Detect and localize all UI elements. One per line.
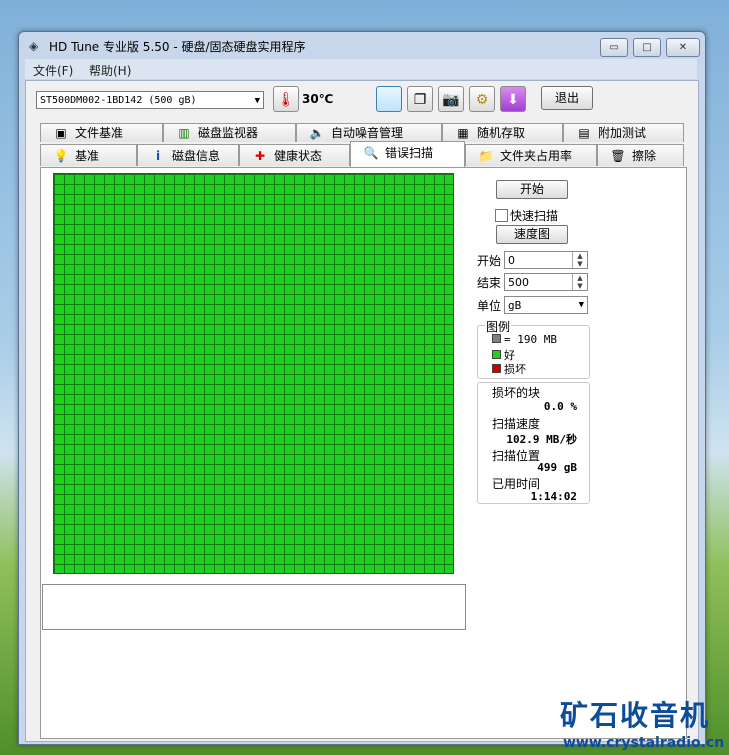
tab-aam[interactable]: 🔈 自动噪音管理 bbox=[296, 123, 442, 142]
temperature-value: 30℃ bbox=[302, 92, 334, 106]
bulb-icon: 💡 bbox=[53, 149, 69, 163]
close-button[interactable]: ✕ bbox=[666, 38, 700, 57]
tab-label: 自动噪音管理 bbox=[331, 126, 404, 140]
tab-folder-usage[interactable]: 📁 文件夹占用率 bbox=[465, 144, 597, 166]
gray-swatch-icon bbox=[492, 334, 501, 343]
unit-select-value: gB bbox=[508, 299, 522, 312]
camera-icon[interactable]: 📷 bbox=[438, 86, 464, 112]
tab-label: 健康状态 bbox=[274, 149, 323, 163]
start-input[interactable]: 0 ▲ ▼ bbox=[504, 251, 588, 269]
start-scan-button[interactable]: 开始 bbox=[496, 180, 568, 199]
tab-label: 文件基准 bbox=[75, 126, 124, 140]
chevron-down-icon: ▼ bbox=[254, 96, 260, 106]
window-title: HD Tune 专业版 5.50 - 硬盘/固态硬盘实用程序 bbox=[49, 40, 306, 54]
spin-up-icon[interactable]: ▲ bbox=[572, 252, 587, 260]
spin-down-icon[interactable]: ▼ bbox=[572, 260, 587, 268]
red-swatch-icon bbox=[492, 364, 501, 373]
legend-bad-row: 损坏 bbox=[492, 361, 526, 377]
scan-stats-group: 损坏的块 0.0 % 扫描速度 102.9 MB/秒 扫描位置 499 gB 已… bbox=[477, 382, 590, 504]
tab-label: 基准 bbox=[75, 149, 100, 163]
tab-extra-tests[interactable]: ▤ 附加测试 bbox=[563, 123, 684, 142]
trash-icon: 🗑 bbox=[610, 149, 626, 163]
scan-log-box bbox=[42, 584, 466, 630]
menu-help[interactable]: 帮助(H) bbox=[89, 62, 131, 79]
hdtune-window: ◈ HD Tune 专业版 5.50 - 硬盘/固态硬盘实用程序 ▭ □ ✕ 文… bbox=[18, 31, 706, 745]
tab-label: 擦除 bbox=[632, 149, 657, 163]
magnifier-icon: 🔍 bbox=[363, 146, 379, 160]
damaged-blocks-label: 损坏的块 bbox=[492, 386, 541, 400]
unit-select[interactable]: gB ▼ bbox=[504, 296, 588, 314]
disk-monitor-icon: ▥ bbox=[178, 126, 190, 140]
client-area: ST500DM002-1BD142 (500 gB) ▼ 🌡 30℃ ❐ 📷 ⚙… bbox=[25, 80, 699, 742]
legend-group: 图例 = 190 MB 好 损坏 bbox=[477, 318, 590, 379]
options-icon[interactable]: ⚙ bbox=[469, 86, 495, 112]
exit-button[interactable]: 退出 bbox=[541, 86, 593, 110]
end-input[interactable]: 500 ▲ ▼ bbox=[504, 273, 588, 291]
title-bar[interactable]: ◈ HD Tune 专业版 5.50 - 硬盘/固态硬盘实用程序 ▭ □ ✕ bbox=[19, 32, 705, 60]
speed-map-button[interactable]: 速度图 bbox=[496, 225, 568, 244]
tab-file-benchmark[interactable]: ▣ 文件基准 bbox=[40, 123, 163, 142]
error-scan-panel: 开始 快速扫描 速度图 开始 0 ▲ ▼ 结束 500 ▲ ▼ 单位 gB ▼ bbox=[40, 167, 687, 739]
tab-random-access[interactable]: ▦ 随机存取 bbox=[442, 123, 563, 142]
scan-position-value: 499 gB bbox=[537, 461, 577, 474]
unit-label: 单位 bbox=[477, 299, 502, 313]
copy-clipboard-icon[interactable]: ❐ bbox=[407, 86, 433, 112]
quick-scan-checkbox[interactable]: 快速扫描 bbox=[495, 207, 558, 224]
folder-icon: 📁 bbox=[478, 149, 494, 163]
tab-label: 磁盘信息 bbox=[172, 149, 221, 163]
scan-block-map bbox=[53, 173, 454, 574]
quick-scan-label: 快速扫描 bbox=[510, 209, 559, 223]
tab-benchmark[interactable]: 💡 基准 bbox=[40, 144, 137, 166]
save-download-icon[interactable]: ⬇ bbox=[500, 86, 526, 112]
maximize-button[interactable]: □ bbox=[633, 38, 661, 57]
watermark-logo: 矿石收音机 bbox=[560, 699, 711, 732]
tab-label: 磁盘监视器 bbox=[198, 126, 259, 140]
minimize-button[interactable]: ▭ bbox=[600, 38, 628, 57]
tab-disk-info[interactable]: i 磁盘信息 bbox=[137, 144, 239, 166]
copy-text-icon[interactable] bbox=[376, 86, 402, 112]
spin-up-icon[interactable]: ▲ bbox=[572, 274, 587, 282]
tab-label: 文件夹占用率 bbox=[500, 149, 573, 163]
start-input-value: 0 bbox=[508, 254, 515, 267]
info-icon: i bbox=[155, 149, 161, 163]
scan-speed-value: 102.9 MB/秒 bbox=[506, 433, 577, 446]
tab-erase[interactable]: 🗑 擦除 bbox=[597, 144, 684, 166]
legend-block-text: = 190 MB bbox=[504, 333, 557, 346]
end-label: 结束 bbox=[477, 276, 502, 290]
tab-health[interactable]: ✚ 健康状态 bbox=[239, 144, 350, 166]
green-swatch-icon bbox=[492, 350, 501, 359]
speaker-icon: 🔈 bbox=[309, 126, 325, 140]
menu-bar: 文件(F) 帮助(H) bbox=[25, 59, 697, 79]
spin-down-icon[interactable]: ▼ bbox=[572, 282, 587, 290]
legend-bad-text: 损坏 bbox=[504, 363, 526, 376]
file-benchmark-icon: ▣ bbox=[55, 126, 67, 140]
extra-tests-icon: ▤ bbox=[578, 126, 590, 140]
tab-label: 附加测试 bbox=[598, 126, 647, 140]
tab-disk-monitor[interactable]: ▥ 磁盘监视器 bbox=[163, 123, 296, 142]
checkbox-box[interactable] bbox=[495, 209, 508, 222]
health-cross-icon: ✚ bbox=[254, 149, 266, 163]
legend-block-row: = 190 MB bbox=[492, 333, 557, 346]
damaged-blocks-value: 0.0 % bbox=[543, 400, 577, 413]
drive-select-value: ST500DM002-1BD142 (500 gB) bbox=[40, 95, 197, 106]
drive-select[interactable]: ST500DM002-1BD142 (500 gB) ▼ bbox=[36, 91, 264, 109]
elapsed-time-value: 1:14:02 bbox=[530, 490, 577, 503]
tab-error-scan[interactable]: 🔍 错误扫描 bbox=[350, 141, 465, 167]
tab-label: 随机存取 bbox=[477, 126, 526, 140]
start-label: 开始 bbox=[477, 254, 502, 268]
scan-speed-label: 扫描速度 bbox=[492, 417, 541, 431]
menu-file[interactable]: 文件(F) bbox=[33, 62, 73, 79]
watermark-url: www.crystalradio.cn bbox=[563, 735, 725, 751]
tab-label: 错误扫描 bbox=[385, 146, 434, 160]
app-icon: ◈ bbox=[29, 39, 39, 53]
thermometer-icon[interactable]: 🌡 bbox=[273, 86, 299, 112]
scan-position-label: 扫描位置 bbox=[492, 449, 541, 463]
end-input-value: 500 bbox=[508, 276, 529, 289]
chevron-down-icon: ▼ bbox=[578, 300, 584, 310]
